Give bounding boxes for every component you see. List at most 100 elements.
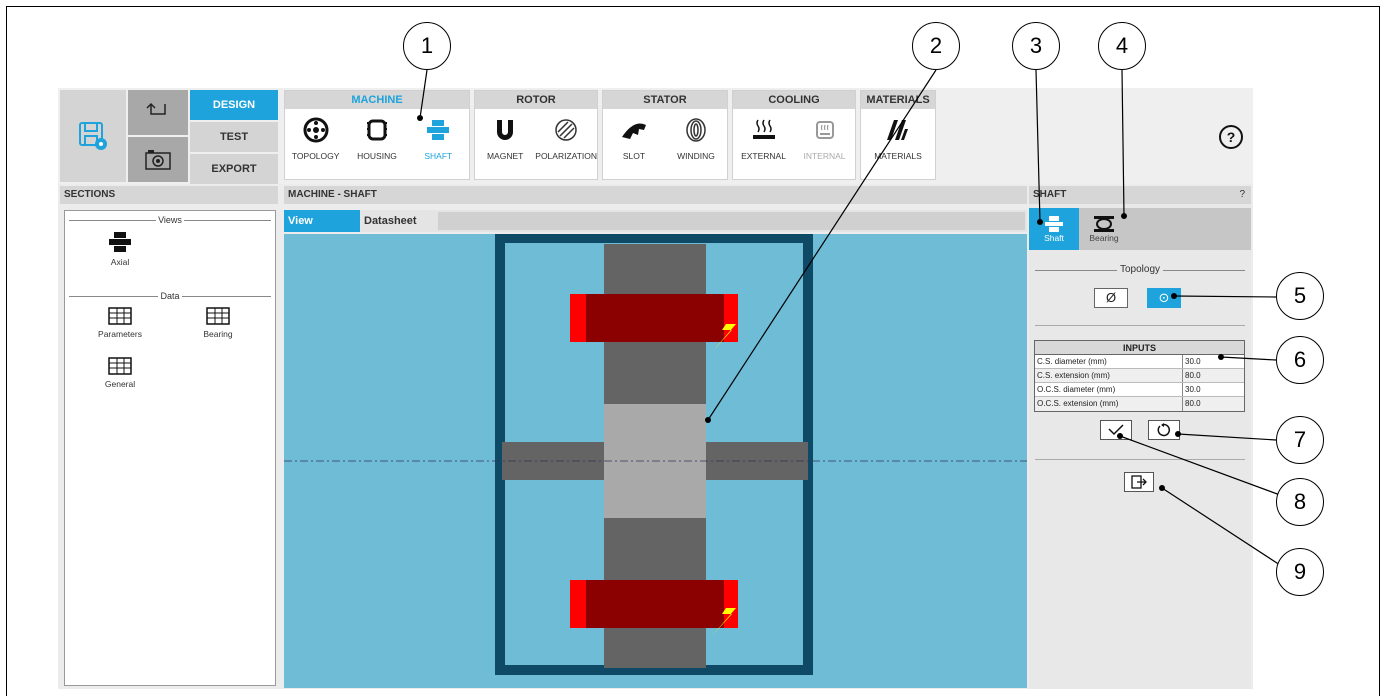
tab-label: Shaft bbox=[1044, 233, 1064, 243]
magnet-bottom-edge-left bbox=[570, 580, 586, 628]
inputs-header: INPUTS bbox=[1035, 341, 1244, 355]
apply-button[interactable] bbox=[1100, 420, 1132, 440]
ribbon-item-label: TOPOLOGY bbox=[291, 151, 340, 161]
shaft-panel: SHAFT ? Shaft Bearing bbox=[1029, 186, 1251, 689]
input-label: O.C.S. diameter (mm) bbox=[1035, 383, 1183, 396]
callout-5: 5 bbox=[1276, 272, 1324, 320]
export-icon bbox=[1131, 475, 1147, 489]
tab-view[interactable]: View bbox=[284, 210, 360, 232]
ribbon-item-housing[interactable]: HOUSING bbox=[346, 115, 407, 161]
callout-1: 1 bbox=[403, 22, 451, 70]
magnet-top-edge-left bbox=[570, 294, 586, 342]
tab-bar-fill bbox=[438, 212, 1025, 230]
slot-icon bbox=[622, 123, 646, 139]
table-icon bbox=[108, 307, 132, 325]
mode-test-button[interactable]: TEST bbox=[190, 122, 278, 152]
section-item-label: Bearing bbox=[203, 329, 233, 339]
magnet-icon bbox=[497, 120, 514, 140]
ribbon-item-external[interactable]: EXTERNAL bbox=[733, 115, 794, 161]
panel-help-button[interactable]: ? bbox=[1239, 186, 1245, 204]
machine-shaft-viewport[interactable] bbox=[284, 234, 1027, 688]
cs-diameter-field[interactable]: 30.0 bbox=[1183, 355, 1244, 368]
tab-datasheet[interactable]: Datasheet bbox=[360, 210, 436, 232]
winding-icon bbox=[686, 118, 706, 142]
main-tabs: View Datasheet bbox=[284, 210, 1027, 232]
topology-solid-button[interactable]: Ø bbox=[1094, 288, 1128, 308]
data-label: Data bbox=[158, 291, 182, 301]
camera-icon bbox=[145, 149, 171, 170]
ribbon-group-cooling: COOLING EXTERNAL INTERNAL bbox=[732, 90, 856, 180]
tab-shaft[interactable]: Shaft bbox=[1029, 208, 1079, 250]
ribbon-item-label: POLARIZATION bbox=[535, 151, 597, 161]
ribbon-item-label: SLOT bbox=[622, 151, 646, 161]
table-icon bbox=[206, 307, 230, 325]
views-separator: Views bbox=[69, 215, 271, 225]
ribbon-item-internal[interactable]: INTERNAL bbox=[794, 115, 855, 161]
help-symbol: ? bbox=[1227, 129, 1236, 145]
help-button[interactable]: ? bbox=[1218, 124, 1244, 150]
shaft-icon bbox=[1045, 216, 1063, 232]
inputs-table: INPUTS C.S. diameter (mm) 30.0 C.S. exten… bbox=[1034, 340, 1245, 412]
section-item-label: Parameters bbox=[98, 329, 142, 339]
ribbon-group-materials: MATERIALS MATERIALS bbox=[860, 90, 936, 180]
ribbon-item-topology[interactable]: TOPOLOGY bbox=[285, 115, 346, 161]
mode-design-button[interactable]: DESIGN bbox=[190, 90, 278, 120]
axial-view-icon bbox=[109, 232, 131, 252]
reset-icon bbox=[1157, 423, 1170, 437]
ribbon-item-materials[interactable]: MATERIALS bbox=[867, 115, 929, 161]
topology-label: Topology bbox=[1116, 264, 1164, 275]
ribbon-item-slot[interactable]: SLOT bbox=[603, 115, 665, 161]
callout-2: 2 bbox=[912, 22, 960, 70]
cs-extension-field[interactable]: 80.0 bbox=[1183, 369, 1244, 382]
data-separator: Data bbox=[69, 291, 271, 301]
shaft-axial-drawing bbox=[284, 234, 1027, 675]
ribbon-item-label: SHAFT bbox=[424, 151, 453, 161]
ocs-extension-field[interactable]: 80.0 bbox=[1183, 397, 1244, 411]
table-icon bbox=[108, 357, 132, 375]
views-label: Views bbox=[156, 215, 184, 225]
magnet-bottom-edge-right bbox=[724, 580, 738, 628]
table-row: O.C.S. diameter (mm) 30.0 bbox=[1035, 383, 1244, 397]
table-row: C.S. extension (mm) 80.0 bbox=[1035, 369, 1244, 383]
ribbon-item-label: MAGNET bbox=[486, 151, 524, 161]
export-button[interactable] bbox=[1124, 472, 1154, 492]
magnet-bottom bbox=[586, 580, 724, 628]
group-title-machine: MACHINE bbox=[285, 91, 469, 109]
group-title-rotor: ROTOR bbox=[475, 91, 597, 109]
callout-7: 7 bbox=[1276, 416, 1324, 464]
topology-hollow-button[interactable]: ⊙ bbox=[1147, 288, 1181, 308]
ribbon-group-rotor: ROTOR MAGNET POLARIZATION bbox=[474, 90, 598, 180]
ribbon-item-label: WINDING bbox=[677, 151, 715, 161]
screenshot-button[interactable] bbox=[128, 137, 188, 182]
input-label: O.C.S. extension (mm) bbox=[1035, 397, 1183, 411]
section-item-parameters[interactable]: Parameters bbox=[85, 307, 155, 339]
reset-button[interactable] bbox=[1148, 420, 1180, 440]
ribbon-item-magnet[interactable]: MAGNET bbox=[475, 115, 535, 161]
ribbon-item-winding[interactable]: WINDING bbox=[665, 115, 727, 161]
section-item-general[interactable]: General bbox=[85, 357, 155, 389]
section-item-label: Axial bbox=[110, 257, 130, 267]
save-settings-icon bbox=[79, 122, 107, 150]
undo-button[interactable] bbox=[128, 90, 188, 135]
section-item-label: General bbox=[104, 379, 136, 389]
application-window: DESIGN TEST EXPORT MACHINE TOPOLOGY HOUS… bbox=[58, 88, 1253, 689]
save-button[interactable] bbox=[60, 90, 126, 182]
section-item-axial[interactable]: Axial bbox=[85, 231, 155, 267]
group-title-materials: MATERIALS bbox=[861, 91, 935, 109]
ribbon-item-shaft[interactable]: SHAFT bbox=[408, 115, 469, 161]
housing-icon bbox=[366, 119, 387, 141]
input-label: C.S. extension (mm) bbox=[1035, 369, 1183, 382]
shaft-panel-title: SHAFT bbox=[1033, 189, 1067, 200]
ribbon-item-polarization[interactable]: POLARIZATION bbox=[535, 115, 597, 161]
ocs-diameter-field[interactable]: 30.0 bbox=[1183, 383, 1244, 396]
table-row: C.S. diameter (mm) 30.0 bbox=[1035, 355, 1244, 369]
ribbon-item-label: INTERNAL bbox=[803, 151, 846, 161]
topology-separator: Topology bbox=[1035, 264, 1245, 276]
callout-3: 3 bbox=[1012, 22, 1060, 70]
section-item-bearing[interactable]: Bearing bbox=[183, 307, 253, 339]
mode-export-button[interactable]: EXPORT bbox=[190, 154, 278, 184]
ribbon-group-stator: STATOR SLOT WINDING bbox=[602, 90, 728, 180]
sections-header: SECTIONS bbox=[60, 186, 278, 204]
table-row: O.C.S. extension (mm) 80.0 bbox=[1035, 397, 1244, 411]
tab-bearing[interactable]: Bearing bbox=[1079, 208, 1129, 250]
